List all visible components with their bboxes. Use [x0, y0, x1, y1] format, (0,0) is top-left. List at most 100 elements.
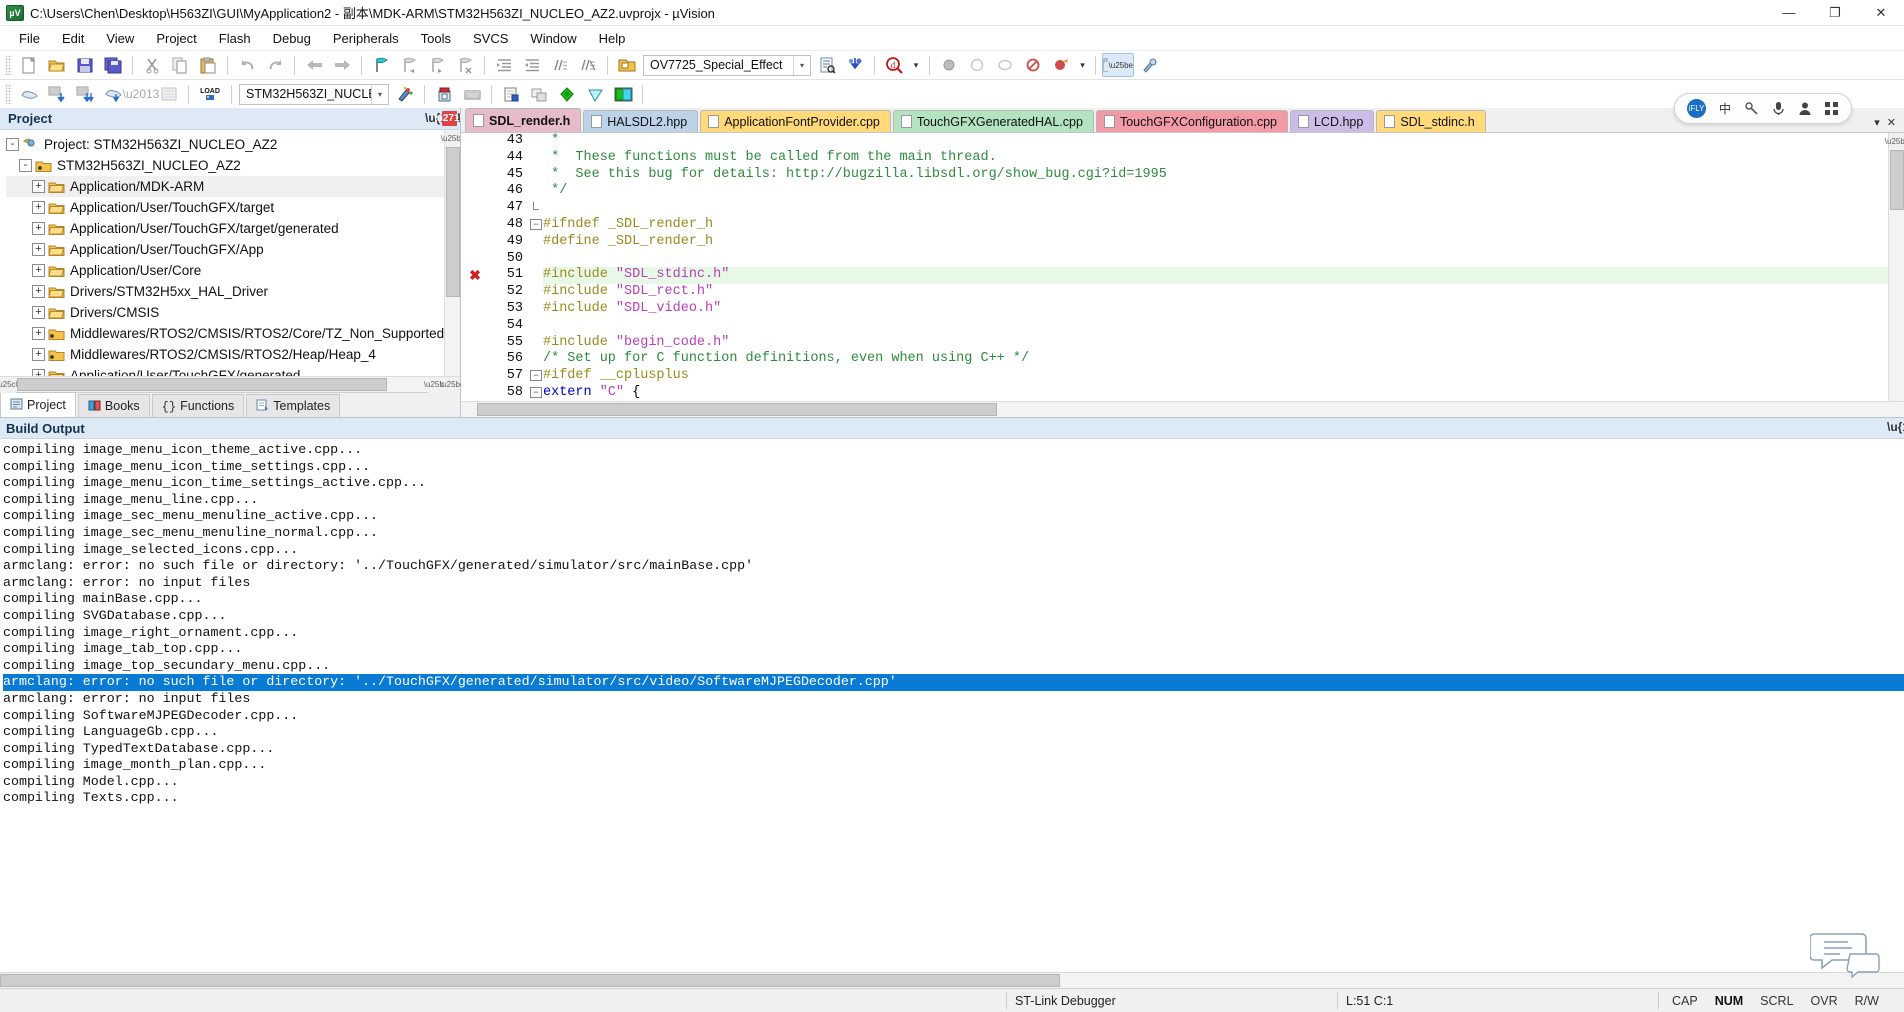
menu-tools[interactable]: Tools	[410, 28, 462, 49]
tab-templates[interactable]: Templates	[246, 394, 341, 417]
build-horizontal-scrollbar[interactable]	[0, 972, 1904, 988]
close-icon[interactable]: \u2715	[434, 111, 465, 126]
build-log-line[interactable]: compiling image_menu_icon_time_settings_…	[3, 475, 1904, 492]
find-button[interactable]: d	[881, 53, 907, 77]
code-line[interactable]: #include "begin_code.h"	[543, 335, 1904, 352]
menu-help[interactable]: Help	[588, 28, 637, 49]
build-log-line[interactable]: compiling SVGDatabase.cpp...	[3, 608, 1904, 625]
build-log-line[interactable]: armclang: error: no such file or directo…	[3, 674, 1904, 691]
breakpoint-slot[interactable]	[461, 335, 489, 352]
build-log-line[interactable]: compiling image_menu_icon_time_settings.…	[3, 459, 1904, 476]
ime-settings-icon[interactable]	[1744, 101, 1759, 116]
tree-item[interactable]: + Middlewares/RTOS2/CMSIS/RTOS2/Heap/Heap…	[6, 344, 460, 365]
close-button[interactable]: ✕	[1858, 0, 1904, 26]
tree-item[interactable]: + Application/User/TouchGFX/generated	[6, 365, 460, 376]
menu-debug[interactable]: Debug	[262, 28, 322, 49]
project-hscroll-thumb[interactable]	[17, 378, 387, 391]
project-tree[interactable]: - Project: STM32H563ZI_NUCLEO_AZ2- STM32H5…	[0, 130, 460, 376]
build-log-line[interactable]: compiling image_menu_icon_theme_active.c…	[3, 442, 1904, 459]
code-line[interactable]: #include "SDL_video.h"	[543, 301, 1904, 318]
chevron-down-icon[interactable]: ▾	[793, 55, 810, 75]
breakpoint-slot[interactable]	[461, 351, 489, 368]
uncomment-button[interactable]	[575, 53, 601, 77]
ime-language-toggle[interactable]: 中	[1719, 100, 1731, 117]
save-all-button[interactable]	[100, 53, 126, 77]
comment-button[interactable]	[547, 53, 573, 77]
build-log-line[interactable]: compiling mainBase.cpp...	[3, 591, 1904, 608]
fold-marker[interactable]	[529, 301, 543, 318]
tree-expander-icon[interactable]: +	[32, 222, 45, 235]
clear-bookmarks-button[interactable]	[452, 53, 478, 77]
tree-expander-icon[interactable]: -	[6, 138, 19, 151]
new-file-button[interactable]	[16, 53, 42, 77]
scroll-down-icon[interactable]: \u25bc	[440, 376, 464, 393]
code-line[interactable]	[543, 318, 1904, 335]
build-log-line[interactable]: compiling image_selected_icons.cpp...	[3, 542, 1904, 559]
code-line[interactable]: /* Set up for C function definitions, ev…	[543, 351, 1904, 368]
code-line[interactable]: #include "SDL_rect.h"	[543, 284, 1904, 301]
cyan-gem-icon[interactable]	[582, 82, 608, 106]
fold-marker[interactable]	[529, 284, 543, 301]
code-line[interactable]: extern "C" {	[543, 385, 1904, 401]
code-line[interactable]: * These functions must be called from th…	[543, 150, 1904, 167]
toolbar-grip[interactable]	[5, 84, 12, 104]
target-options-button[interactable]	[392, 82, 418, 106]
tree-expander-icon[interactable]: -	[19, 159, 32, 172]
menu-svcs[interactable]: SVCS	[462, 28, 519, 49]
editor-tab[interactable]: TouchGFXConfiguration.cpp	[1095, 110, 1288, 132]
breakpoint-gutter[interactable]: ✖	[461, 133, 489, 401]
menu-flash[interactable]: Flash	[208, 28, 262, 49]
editor-tab[interactable]: SDL_stdinc.h	[1376, 110, 1486, 132]
microphone-icon[interactable]	[1772, 101, 1785, 116]
cut-button[interactable]	[139, 53, 165, 77]
build-log-line[interactable]: compiling image_sec_menu_menuline_active…	[3, 508, 1904, 525]
build-target-button[interactable]	[156, 82, 182, 106]
chevron-down-icon[interactable]: ▾	[371, 84, 388, 104]
breakpoint-slot[interactable]	[461, 284, 489, 301]
open-file-button[interactable]	[44, 53, 70, 77]
build-hscroll-thumb[interactable]	[0, 974, 1060, 987]
editor-tab[interactable]: ApplicationFontProvider.cpp	[700, 110, 891, 132]
minimize-button[interactable]: —	[1766, 0, 1812, 26]
window-layout-button[interactable]: \u25be	[1102, 53, 1134, 77]
code-editor[interactable]: ✖ 43 44 45 46 47 48 49 50 51 52 53 54 55 56 57 58 − − − *…	[461, 132, 1904, 401]
tree-expander-icon[interactable]: +	[32, 264, 45, 277]
tree-expander-icon[interactable]: +	[32, 201, 45, 214]
code-line[interactable]: #ifndef _SDL_render_h	[543, 217, 1904, 234]
scroll-up-icon[interactable]: \u25b2	[1885, 133, 1904, 149]
breakpoint-slot[interactable]	[461, 318, 489, 335]
save-button[interactable]	[72, 53, 98, 77]
tree-item[interactable]: - STM32H563ZI_NUCLEO_AZ2	[6, 155, 460, 176]
breakpoint-slot[interactable]: ✖	[461, 267, 489, 284]
pack-installer-button[interactable]	[459, 82, 485, 106]
build-log-line[interactable]: compiling Texts.cpp...	[3, 790, 1904, 807]
user-icon[interactable]	[1798, 101, 1812, 116]
tree-item[interactable]: + Application/MDK-ARM	[6, 176, 460, 197]
rebuild-button[interactable]	[72, 82, 98, 106]
find-in-files-button[interactable]	[814, 53, 840, 77]
breakpoint-slot[interactable]	[461, 301, 489, 318]
breakpoint-dropdown-arrow[interactable]: ▾	[1076, 53, 1089, 77]
find-dropdown-arrow[interactable]: ▾	[909, 53, 923, 77]
ellipse-icon[interactable]	[992, 53, 1018, 77]
breakpoint-slot[interactable]	[461, 167, 489, 184]
build-log-line[interactable]: compiling image_tab_top.cpp...	[3, 641, 1904, 658]
tree-expander-icon[interactable]: +	[32, 180, 45, 193]
breakpoint-slot[interactable]	[461, 234, 489, 251]
debug-stop-button[interactable]	[936, 53, 962, 77]
code-line[interactable]: #include "SDL_stdinc.h"	[543, 267, 1904, 285]
project-scroll-thumb[interactable]	[446, 147, 460, 297]
build-log-line[interactable]: armclang: error: no input files	[3, 691, 1904, 708]
menu-edit[interactable]: Edit	[51, 28, 95, 49]
navigate-forward-button[interactable]	[329, 53, 355, 77]
tab-functions[interactable]: {} Functions	[151, 394, 245, 417]
breakpoint-slot[interactable]	[461, 385, 489, 401]
tree-item[interactable]: + Application/User/TouchGFX/target	[6, 197, 460, 218]
tree-expander-icon[interactable]: +	[32, 369, 45, 376]
tree-expander-icon[interactable]: +	[32, 348, 45, 361]
undo-button[interactable]	[234, 53, 260, 77]
tree-item[interactable]: + Drivers/CMSIS	[6, 302, 460, 323]
fold-marker[interactable]	[529, 251, 543, 268]
apps-grid-icon[interactable]	[1825, 101, 1839, 116]
paste-button[interactable]	[195, 53, 221, 77]
